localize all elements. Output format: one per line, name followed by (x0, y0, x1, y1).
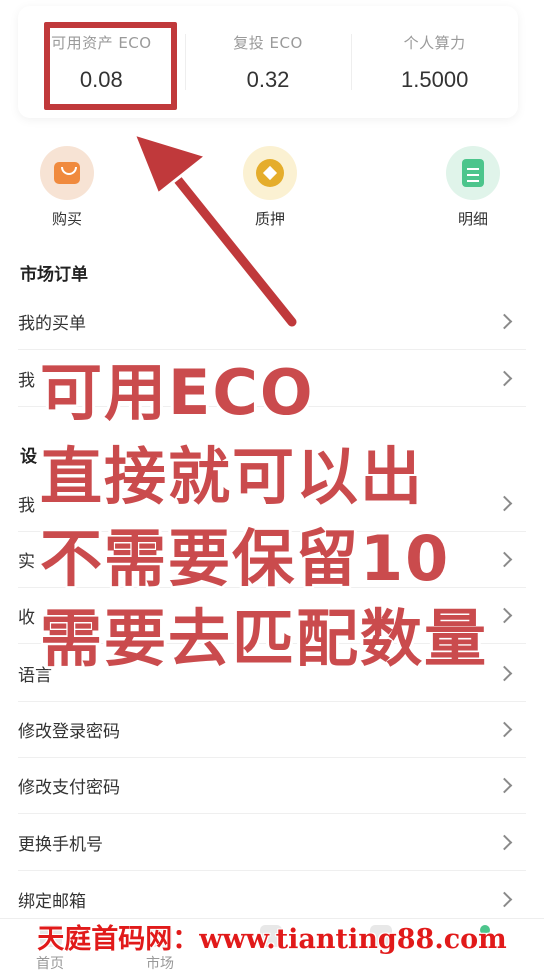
list-item-label: 收 (18, 608, 35, 628)
pledge-button[interactable]: 质押 (235, 146, 305, 229)
document-icon (446, 146, 500, 200)
stat-label: 个人算力 (403, 34, 466, 52)
buy-label: 购买 (51, 210, 82, 228)
chevron-right-icon (496, 777, 513, 794)
settings-title: 设 (20, 447, 37, 467)
pledge-label: 质押 (254, 210, 285, 228)
list-item-change-phone[interactable]: 更换手机号 (18, 815, 526, 871)
chevron-right-icon (496, 551, 513, 568)
annotation-text-line-2: 直接就可以出 (40, 440, 425, 513)
list-item-change-login-password[interactable]: 修改登录密码 (18, 702, 526, 758)
stat-value: 1.5000 (401, 67, 469, 92)
chevron-right-icon (496, 370, 513, 387)
chevron-right-icon (496, 313, 513, 330)
coin-icon (243, 146, 297, 200)
stat-value: 0.32 (246, 67, 290, 92)
list-item-label: 我 (18, 371, 35, 391)
chevron-right-icon (496, 665, 513, 682)
chevron-right-icon (496, 891, 513, 908)
annotation-highlight-box (44, 22, 177, 110)
list-item-label: 更换手机号 (18, 835, 103, 855)
stat-reinvest-eco[interactable]: 复投 ECO 0.32 (184, 6, 352, 118)
chevron-right-icon (496, 495, 513, 512)
annotation-text-line-1: 可用ECO (40, 356, 315, 429)
list-item-label: 修改登录密码 (18, 722, 120, 742)
annotation-text-line-4: 需要去匹配数量 (40, 602, 489, 675)
market-orders-title: 市场订单 (20, 265, 88, 285)
list-item-label: 我 (18, 496, 35, 516)
wallet-page: 可用资产 ECO 0.08 复投 ECO 0.32 个人算力 1.5000 购买… (0, 0, 544, 980)
chevron-right-icon (496, 834, 513, 851)
list-item-my-buy-orders[interactable]: 我的买单 (18, 294, 526, 350)
watermark-text: 天庭首码网：www.tianting88.com (37, 924, 507, 955)
chevron-right-icon (496, 607, 513, 624)
list-item-label: 修改支付密码 (18, 778, 120, 798)
annotation-text-line-3: 不需要保留10 (40, 522, 451, 595)
quick-actions: 购买 质押 明细 (0, 146, 544, 236)
chevron-right-icon (496, 721, 513, 738)
list-item-change-payment-password[interactable]: 修改支付密码 (18, 758, 526, 814)
detail-button[interactable]: 明细 (438, 146, 508, 229)
shopping-bag-icon (40, 146, 94, 200)
list-item-label: 绑定邮箱 (18, 892, 86, 912)
list-item-label: 实 (18, 552, 35, 572)
buy-button[interactable]: 购买 (32, 146, 102, 229)
stat-personal-hashrate[interactable]: 个人算力 1.5000 (351, 6, 518, 118)
detail-label: 明细 (457, 210, 488, 228)
stat-label: 复投 ECO (233, 34, 303, 52)
list-item-label: 我的买单 (18, 314, 86, 334)
